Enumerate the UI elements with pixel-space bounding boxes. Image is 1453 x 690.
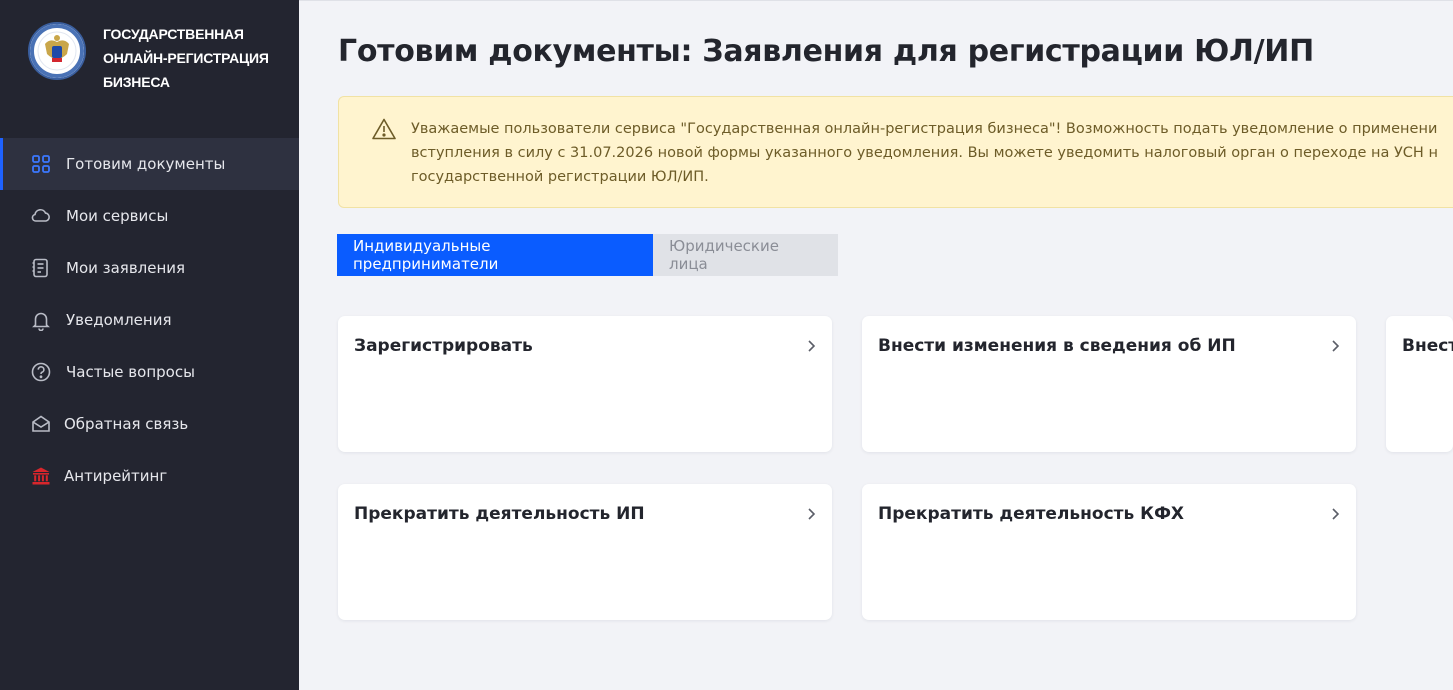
sidebar-item-label: Мои заявления (66, 259, 186, 277)
question-circle-icon (30, 361, 52, 383)
card-title: Прекратить деятельность КФХ (878, 504, 1185, 524)
sidebar-item-label: Антирейтинг (64, 467, 168, 485)
sidebar-item-feedback[interactable]: Обратная связь (0, 398, 299, 450)
card-register[interactable]: Зарегистрировать (338, 316, 832, 452)
card-partial-right[interactable]: Внест (1386, 316, 1453, 452)
notice-text: Уважаемые пользователи сервиса "Государс… (411, 117, 1453, 189)
brand-title: ГОСУДАРСТВЕННАЯ ОНЛАЙН-РЕГИСТРАЦИЯ БИЗНЕ… (103, 22, 283, 94)
chevron-right-icon (1330, 506, 1340, 520)
envelope-icon (30, 413, 52, 435)
sidebar-item-antirating[interactable]: Антирейтинг (0, 450, 299, 502)
fns-emblem-logo (28, 22, 86, 80)
sidebar-item-label: Обратная связь (64, 415, 189, 433)
bell-icon (30, 309, 52, 332)
sidebar-item-faq[interactable]: Частые вопросы (0, 346, 299, 398)
page-title: Готовим документы: Заявления для регистр… (338, 34, 1314, 69)
notice-line-3: государственной регистрации ЮЛ/ИП. (411, 169, 709, 185)
sidebar-item-notifications[interactable]: Уведомления (0, 294, 299, 346)
sidebar-item-label: Частые вопросы (66, 363, 195, 381)
top-divider (299, 0, 1453, 1)
card-title: Внест (1402, 336, 1453, 356)
warning-icon (371, 117, 397, 141)
cloud-icon (30, 205, 52, 227)
institution-icon (30, 465, 52, 487)
document-list-icon (30, 257, 52, 279)
chevron-right-icon (1330, 338, 1340, 352)
notice-line-2: вступления в силу с 31.07.2026 новой фор… (411, 145, 1438, 161)
chevron-right-icon (806, 506, 816, 520)
entity-type-tabs: Индивидуальные предприниматели Юридическ… (337, 234, 838, 276)
card-terminate-kfh[interactable]: Прекратить деятельность КФХ (862, 484, 1356, 620)
sidebar-item-label: Готовим документы (66, 155, 226, 173)
sidebar: ГОСУДАРСТВЕННАЯ ОНЛАЙН-РЕГИСТРАЦИЯ БИЗНЕ… (0, 0, 299, 690)
grid-icon (30, 153, 52, 175)
tab-legal-entities[interactable]: Юридические лица (653, 234, 838, 276)
sidebar-item-label: Мои сервисы (66, 207, 169, 225)
card-title: Внести изменения в сведения об ИП (878, 336, 1236, 356)
sidebar-item-label: Уведомления (66, 311, 172, 329)
sidebar-item-my-services[interactable]: Мои сервисы (0, 190, 299, 242)
notice-line-1: Уважаемые пользователи сервиса "Государс… (411, 121, 1438, 137)
card-change-ip-info[interactable]: Внести изменения в сведения об ИП (862, 316, 1356, 452)
sidebar-item-prepare-documents[interactable]: Готовим документы (0, 138, 299, 190)
tab-individual-entrepreneurs[interactable]: Индивидуальные предприниматели (337, 234, 653, 276)
notice-banner: Уважаемые пользователи сервиса "Государс… (338, 96, 1453, 208)
sidebar-item-my-applications[interactable]: Мои заявления (0, 242, 299, 294)
main-content: Готовим документы: Заявления для регистр… (299, 0, 1453, 690)
card-title: Зарегистрировать (354, 336, 533, 356)
chevron-right-icon (806, 338, 816, 352)
brand-line-3: БИЗНЕСА (103, 74, 170, 90)
card-terminate-ip[interactable]: Прекратить деятельность ИП (338, 484, 832, 620)
sidebar-nav: Готовим документы Мои сервисы Мои заявле… (0, 138, 299, 502)
brand-line-2: ОНЛАЙН-РЕГИСТРАЦИЯ (103, 50, 269, 66)
card-title: Прекратить деятельность ИП (354, 504, 645, 524)
brand-line-1: ГОСУДАРСТВЕННАЯ (103, 26, 244, 42)
brand[interactable]: ГОСУДАРСТВЕННАЯ ОНЛАЙН-РЕГИСТРАЦИЯ БИЗНЕ… (28, 22, 269, 90)
